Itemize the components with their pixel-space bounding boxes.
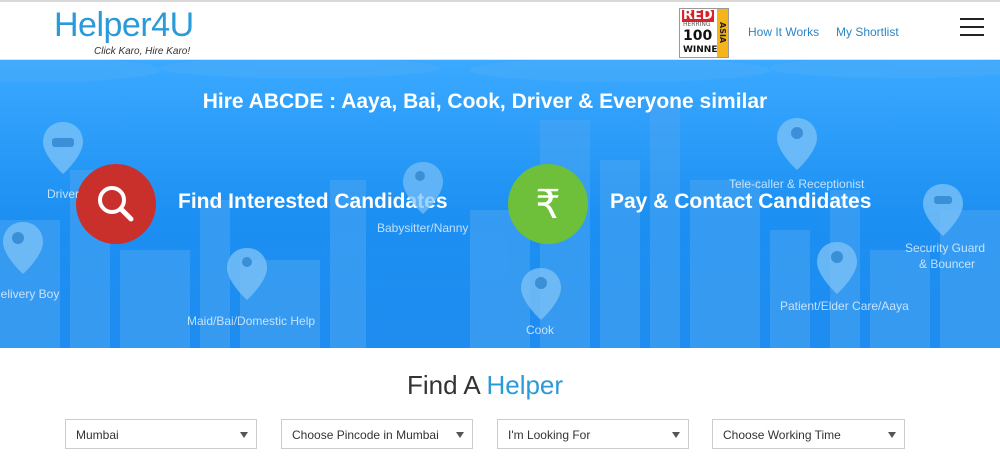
- find-title-accent: Helper: [486, 370, 564, 400]
- dropdown-arrow-icon: [888, 432, 896, 438]
- hero-title: Hire ABCDE : Aaya, Bai, Cook, Driver & E…: [202, 90, 768, 113]
- looking-for-select[interactable]: I'm Looking For: [497, 419, 689, 449]
- telecaller-pin-icon[interactable]: [774, 116, 820, 172]
- nav-my-shortlist[interactable]: My Shortlist: [836, 25, 899, 39]
- hamburger-menu-icon[interactable]: [960, 18, 986, 38]
- badge-100: 100: [683, 28, 713, 44]
- pay-contact-text: Pay & Contact Candidates: [610, 190, 872, 213]
- delivery-boy-pin-icon[interactable]: [0, 220, 46, 276]
- city-select[interactable]: Mumbai: [65, 419, 257, 449]
- category-maid[interactable]: Maid/Bai/Domestic Help: [187, 313, 315, 329]
- rupee-icon: ₹: [535, 182, 560, 228]
- search-icon: [98, 186, 134, 222]
- badge-asia: ASIA: [717, 9, 728, 57]
- search-feature-circle: [76, 164, 156, 244]
- city-select-value: Mumbai: [76, 428, 119, 442]
- elder-care-pin-icon[interactable]: [814, 240, 860, 296]
- find-helper-title: Find A Helper: [0, 370, 970, 401]
- dropdown-arrow-icon: [240, 432, 248, 438]
- category-delivery-boy[interactable]: Delivery Boy: [0, 286, 59, 302]
- security-guard-pin-icon[interactable]: [920, 182, 966, 238]
- site-header: Helper4U Click Karo, Hire Karo! RED HERR…: [0, 0, 1000, 60]
- find-title-prefix: Find A: [406, 370, 487, 400]
- dropdown-arrow-icon: [456, 432, 464, 438]
- maid-pin-icon[interactable]: [224, 246, 270, 302]
- working-time-select[interactable]: Choose Working Time: [712, 419, 905, 449]
- category-telecaller[interactable]: Tele-caller & Receptionist: [729, 176, 864, 192]
- pincode-select-value: Choose Pincode in Mumbai: [292, 428, 439, 442]
- hero-banner: Hire ABCDE : Aaya, Bai, Cook, Driver & E…: [0, 60, 1000, 348]
- logo[interactable]: Helper4U Click Karo, Hire Karo!: [54, 6, 194, 57]
- babysitter-pin-icon[interactable]: [400, 160, 446, 216]
- svg-text:₹: ₹: [535, 182, 560, 228]
- category-bouncer[interactable]: & Bouncer: [919, 256, 975, 272]
- category-driver[interactable]: Driver: [47, 186, 79, 202]
- nav-how-it-works[interactable]: How It Works: [748, 25, 819, 39]
- red-herring-award-badge: RED HERRING 100 WINNER ASIA: [679, 8, 729, 58]
- category-security-guard[interactable]: Security Guard: [905, 240, 985, 256]
- category-babysitter[interactable]: Babysitter/Nanny: [377, 220, 468, 236]
- looking-for-select-value: I'm Looking For: [508, 428, 591, 442]
- rupee-feature-circle: ₹: [508, 164, 588, 244]
- category-cook[interactable]: Cook: [526, 322, 554, 338]
- logo-tagline: Click Karo, Hire Karo!: [94, 46, 191, 57]
- working-time-select-value: Choose Working Time: [723, 428, 841, 442]
- driver-car-pin-icon[interactable]: [40, 120, 86, 176]
- logo-text: Helper4U: [54, 6, 194, 44]
- dropdown-arrow-icon: [672, 432, 680, 438]
- cook-pin-icon[interactable]: [518, 266, 564, 322]
- pincode-select[interactable]: Choose Pincode in Mumbai: [281, 419, 473, 449]
- category-elder-care[interactable]: Patient/Elder Care/Aaya: [780, 298, 909, 314]
